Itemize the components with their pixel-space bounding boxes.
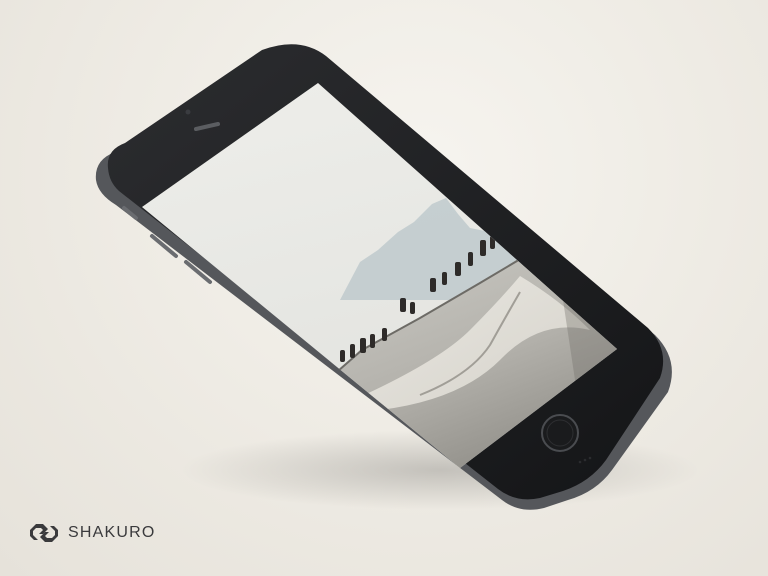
front-camera — [185, 109, 191, 115]
brand: SHAKURO — [30, 520, 156, 546]
shakuro-logo-icon — [30, 524, 58, 542]
phone-mockup-scene — [95, 44, 700, 510]
brand-name: SHAKURO — [68, 524, 156, 541]
